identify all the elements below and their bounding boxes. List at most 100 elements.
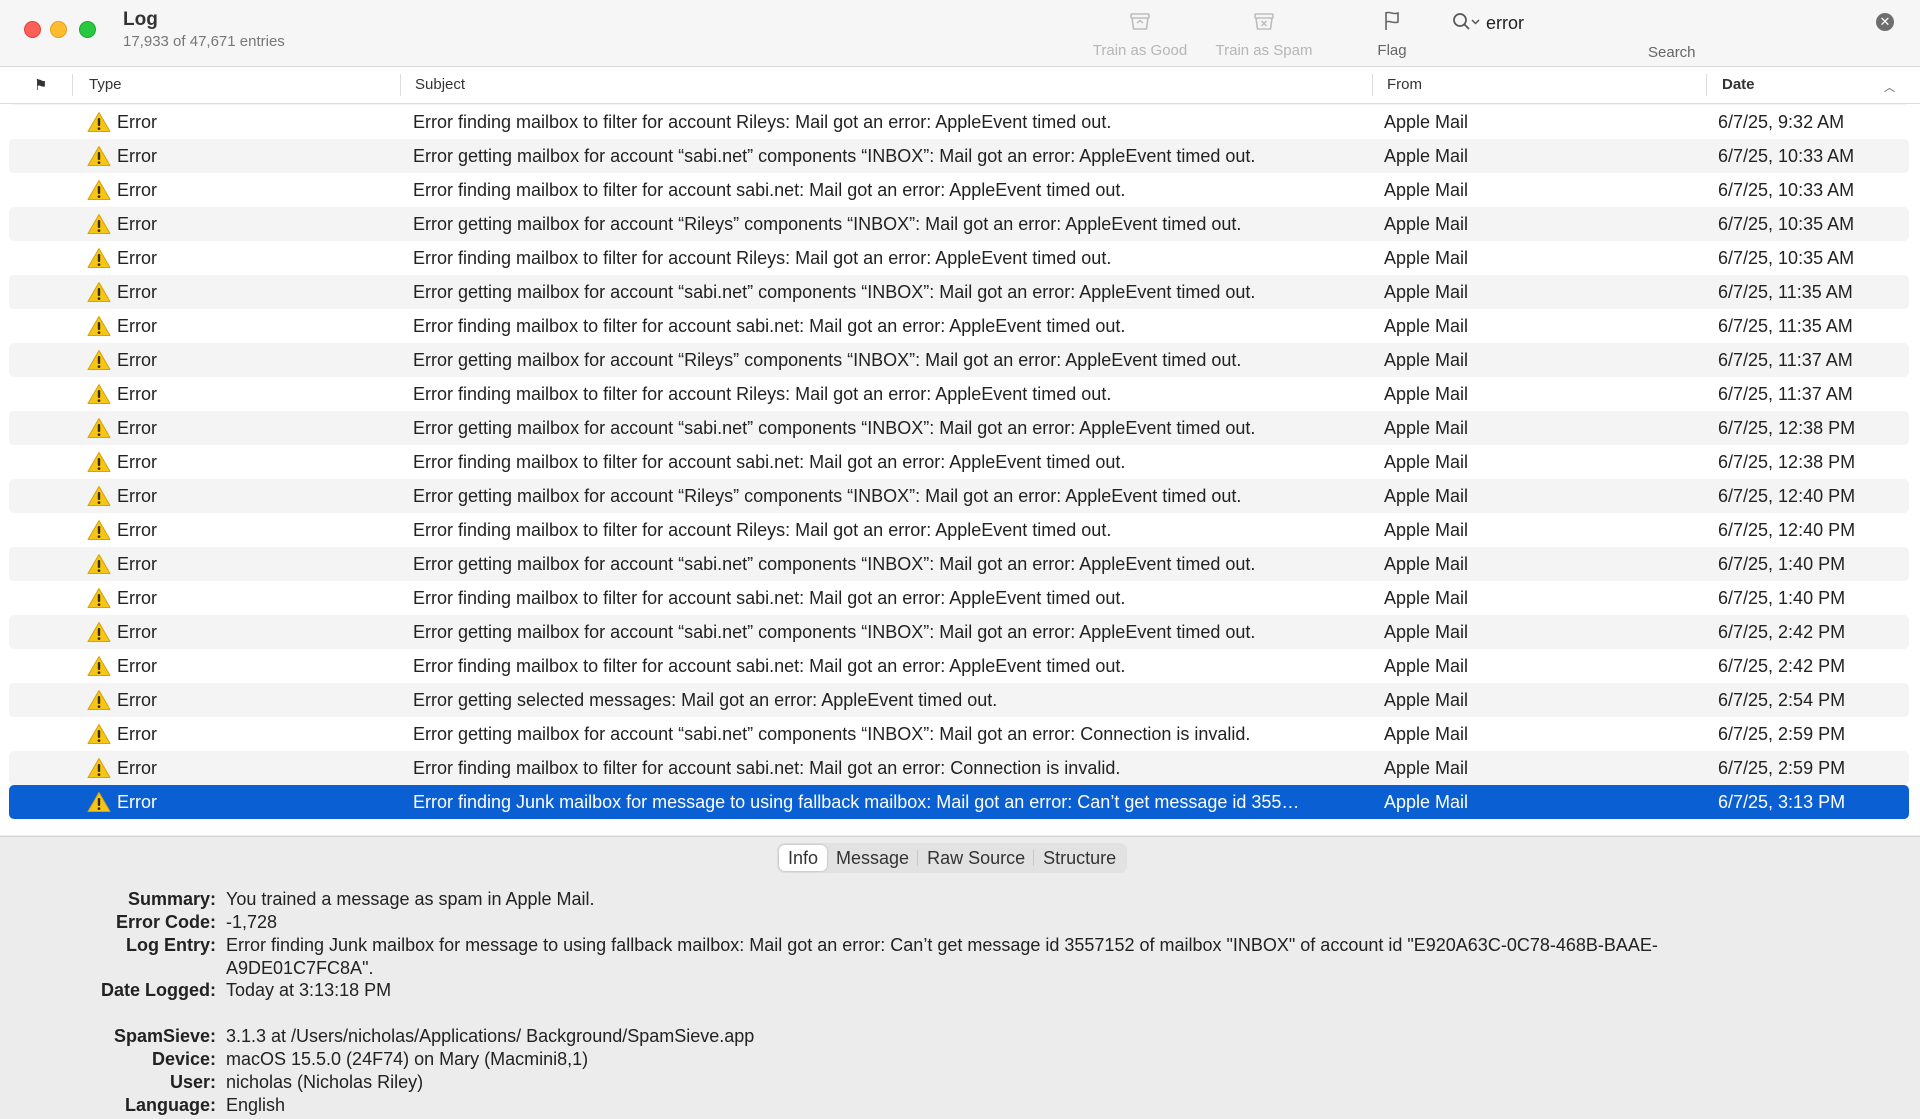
tab-raw-source[interactable]: Raw Source xyxy=(918,843,1035,873)
column-divider[interactable] xyxy=(1706,74,1707,96)
row-from: Apple Mail xyxy=(1384,316,1469,336)
table-row[interactable]: Error Error finding mailbox to filter for… xyxy=(9,649,1909,683)
row-subject: Error finding mailbox to filter for acco… xyxy=(413,656,1126,676)
table-row[interactable]: Error Error finding mailbox to filter for… xyxy=(9,241,1909,275)
row-from: Apple Mail xyxy=(1384,554,1469,574)
row-subject: Error getting mailbox for account “sabi.… xyxy=(413,554,1256,574)
minimize-window-button[interactable] xyxy=(50,21,67,38)
toolbar: Log 17,933 of 47,671 entries Train as Go… xyxy=(0,0,1920,67)
info-value: macOS 15.5.0 (24F74) on Mary (Macmini8,1… xyxy=(226,1049,589,1069)
search-input[interactable] xyxy=(1484,9,1858,37)
table-row[interactable]: Error Error finding mailbox to filter for… xyxy=(9,173,1909,207)
tab-info[interactable]: Info xyxy=(779,845,828,871)
row-from: Apple Mail xyxy=(1384,282,1469,302)
row-date: 6/7/25, 11:35 AM xyxy=(1718,282,1853,302)
info-label: User: xyxy=(169,1072,216,1092)
close-window-button[interactable] xyxy=(24,21,41,38)
warning-icon xyxy=(87,179,111,206)
info-value: English xyxy=(226,1095,286,1115)
table-row[interactable]: Error Error finding mailbox to filter for… xyxy=(9,377,1909,411)
table-row[interactable]: Error Error getting mailbox for account “… xyxy=(9,717,1909,751)
table-row[interactable]: Error Error getting mailbox for account “… xyxy=(9,615,1909,649)
row-date: 6/7/25, 2:59 PM xyxy=(1718,758,1846,778)
row-date: 6/7/25, 12:40 PM xyxy=(1718,486,1856,506)
column-header-flag[interactable]: ⚑ xyxy=(34,76,47,94)
row-from: Apple Mail xyxy=(1384,418,1469,438)
column-divider[interactable] xyxy=(400,74,401,96)
info-label: Log Entry: xyxy=(126,935,216,955)
row-subject: Error finding mailbox to filter for acco… xyxy=(413,112,1112,132)
row-subject: Error getting mailbox for account “sabi.… xyxy=(413,282,1256,302)
row-subject: Error getting mailbox for account “sabi.… xyxy=(413,418,1256,438)
row-subject: Error getting mailbox for account “Riley… xyxy=(413,214,1242,234)
clear-search-icon[interactable]: ✕ xyxy=(1876,13,1894,31)
column-header-type[interactable]: Type xyxy=(89,76,122,93)
info-value: You trained a message as spam in Apple M… xyxy=(226,889,595,909)
row-from: Apple Mail xyxy=(1384,384,1469,404)
entry-count: 17,933 of 47,671 entries xyxy=(123,33,285,50)
column-header-date[interactable]: Date xyxy=(1722,76,1755,93)
info-value: -1,728 xyxy=(226,912,278,932)
info-label: Device: xyxy=(151,1049,216,1069)
info-value: 3.1.3 at /Users/nicholas/Applications/ B… xyxy=(226,1026,755,1046)
row-subject: Error getting mailbox for account “Riley… xyxy=(413,350,1242,370)
column-header-subject[interactable]: Subject xyxy=(415,76,465,93)
warning-icon xyxy=(87,451,111,478)
table-row[interactable]: Error Error finding mailbox to filter for… xyxy=(9,581,1909,615)
train-as-spam-button[interactable]: Train as Spam xyxy=(1208,8,1320,59)
row-from: Apple Mail xyxy=(1384,690,1469,710)
warning-icon xyxy=(87,553,111,580)
row-subject: Error finding mailbox to filter for acco… xyxy=(413,758,1121,778)
row-subject: Error getting mailbox for account “Riley… xyxy=(413,486,1242,506)
row-date: 6/7/25, 2:59 PM xyxy=(1718,724,1846,744)
table-row[interactable]: Error Error finding Junk mailbox for mess… xyxy=(9,785,1909,819)
warning-icon xyxy=(87,519,111,546)
search-field[interactable]: ✕ xyxy=(1444,8,1904,38)
row-type: Error xyxy=(117,384,157,404)
row-type: Error xyxy=(117,146,157,166)
row-date: 6/7/25, 2:42 PM xyxy=(1718,622,1846,642)
table-row[interactable]: Error Error getting mailbox for account “… xyxy=(9,547,1909,581)
table-row[interactable]: Error Error getting mailbox for account “… xyxy=(9,411,1909,445)
row-subject: Error finding mailbox to filter for acco… xyxy=(413,384,1112,404)
info-label: Error Code: xyxy=(115,912,216,932)
row-date: 6/7/25, 3:13 PM xyxy=(1718,792,1846,812)
column-divider[interactable] xyxy=(72,74,73,96)
table-row[interactable]: Error Error getting mailbox for account “… xyxy=(9,479,1909,513)
warning-icon xyxy=(87,349,111,376)
tab-structure[interactable]: Structure xyxy=(1034,843,1125,873)
row-from: Apple Mail xyxy=(1384,622,1469,642)
table-row[interactable]: Error Error finding mailbox to filter for… xyxy=(9,309,1909,343)
log-table[interactable]: ⚑ Type Subject From Date ︿ Error Error ge… xyxy=(0,67,1920,835)
table-row[interactable]: Error Error getting mailbox for account “… xyxy=(9,343,1909,377)
table-row[interactable]: Error Error getting mailbox for account “… xyxy=(9,275,1909,309)
info-value-continued: A9DE01C7FC8A". xyxy=(226,958,374,978)
table-row[interactable]: Error Error getting selected messages: Ma… xyxy=(9,683,1909,717)
flag-button[interactable]: Flag xyxy=(1364,8,1420,59)
column-divider[interactable] xyxy=(1372,74,1373,96)
row-type: Error xyxy=(117,316,157,336)
info-label: Language: xyxy=(124,1095,216,1115)
row-date: 6/7/25, 12:40 PM xyxy=(1718,520,1856,540)
train-as-good-button[interactable]: Train as Good xyxy=(1086,8,1194,59)
table-row[interactable]: Error Error getting mailbox for account “… xyxy=(9,207,1909,241)
column-header-from[interactable]: From xyxy=(1387,76,1422,93)
warning-icon xyxy=(87,111,111,138)
row-date: 6/7/25, 12:38 PM xyxy=(1718,418,1856,438)
zoom-window-button[interactable] xyxy=(79,21,96,38)
warning-icon xyxy=(87,281,111,308)
search-icon[interactable] xyxy=(1452,12,1482,32)
tab-message[interactable]: Message xyxy=(827,843,919,873)
table-row[interactable]: Error Error getting mailbox for account “… xyxy=(9,139,1909,173)
row-type: Error xyxy=(117,520,157,540)
table-row[interactable]: Error Error finding mailbox to filter for… xyxy=(9,513,1909,547)
row-type: Error xyxy=(117,622,157,642)
table-row[interactable]: Error Error finding mailbox to filter for… xyxy=(9,105,1909,139)
row-date: 6/7/25, 12:38 PM xyxy=(1718,452,1856,472)
table-row[interactable]: Error Error finding mailbox to filter for… xyxy=(9,751,1909,785)
table-row[interactable]: Error Error finding mailbox to filter for… xyxy=(9,445,1909,479)
row-type: Error xyxy=(117,418,157,438)
row-type: Error xyxy=(117,112,157,132)
row-subject: Error finding mailbox to filter for acco… xyxy=(413,520,1112,540)
row-type: Error xyxy=(117,180,157,200)
